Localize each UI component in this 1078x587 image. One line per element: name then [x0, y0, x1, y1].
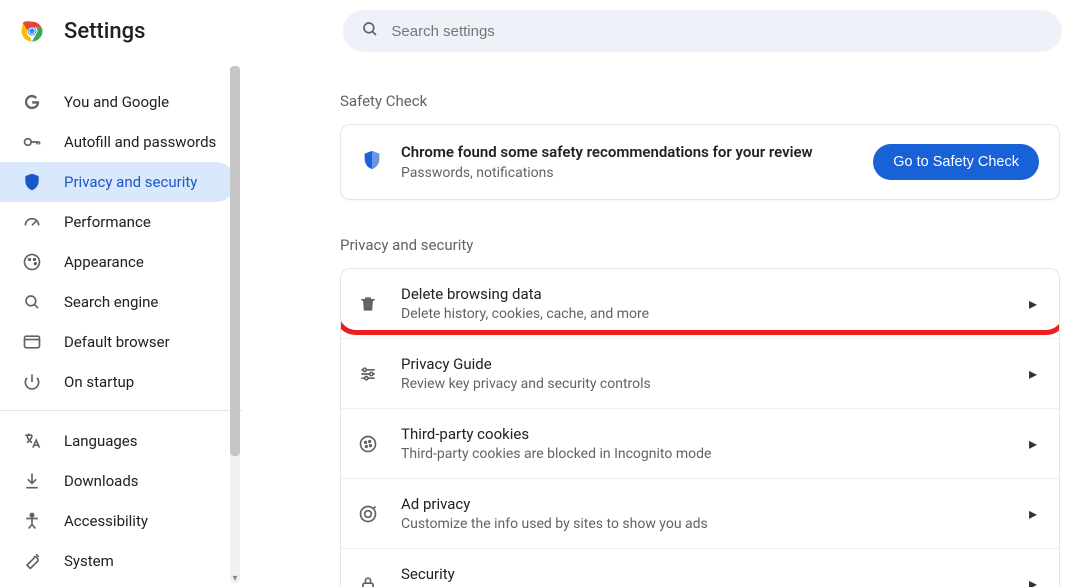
privacy-section-label: Privacy and security — [340, 236, 1070, 254]
trash-icon — [357, 294, 379, 314]
chevron-right-icon: ▸ — [1029, 364, 1037, 383]
row-title: Third-party cookies — [401, 425, 1007, 443]
sidebar-item-on-startup[interactable]: On startup — [0, 362, 236, 402]
row-subtitle: Third-party cookies are blocked in Incog… — [401, 446, 1007, 462]
privacy-list: Delete browsing data Delete history, coo… — [340, 268, 1060, 587]
safety-card-subtitle: Passwords, notifications — [401, 165, 855, 181]
sidebar: You and Google Autofill and passwords Pr… — [0, 62, 242, 587]
row-title: Delete browsing data — [401, 285, 1007, 303]
download-icon — [22, 471, 42, 491]
row-privacy-guide[interactable]: Privacy Guide Review key privacy and sec… — [341, 338, 1059, 408]
ad-privacy-icon — [357, 504, 379, 524]
speedometer-icon — [22, 212, 42, 232]
search-input[interactable] — [391, 23, 1044, 40]
search-settings[interactable] — [343, 10, 1062, 52]
sidebar-item-label: Privacy and security — [64, 173, 197, 191]
sidebar-item-label: Default browser — [64, 333, 170, 351]
sidebar-item-label: On startup — [64, 373, 134, 391]
row-title: Ad privacy — [401, 495, 1007, 513]
app-title: Settings — [64, 19, 145, 44]
sidebar-item-label: Appearance — [64, 253, 144, 271]
cookie-icon — [357, 434, 379, 454]
scroll-down-icon[interactable]: ▾ — [228, 571, 242, 585]
sidebar-item-label: Downloads — [64, 472, 139, 490]
row-title: Privacy Guide — [401, 355, 1007, 373]
sidebar-item-label: You and Google — [64, 93, 169, 111]
accessibility-icon — [22, 511, 42, 531]
translate-icon — [22, 431, 42, 451]
chevron-right-icon: ▸ — [1029, 504, 1037, 523]
chevron-right-icon: ▸ — [1029, 294, 1037, 313]
row-title: Security — [401, 565, 1007, 583]
sidebar-item-label: Languages — [64, 432, 138, 450]
sidebar-item-label: Accessibility — [64, 512, 148, 530]
sidebar-item-search-engine[interactable]: Search engine — [0, 282, 236, 322]
row-ad-privacy[interactable]: Ad privacy Customize the info used by si… — [341, 478, 1059, 548]
search-icon — [361, 20, 379, 42]
power-icon — [22, 372, 42, 392]
scrollbar-thumb[interactable] — [230, 66, 240, 456]
row-third-party-cookies[interactable]: Third-party cookies Third-party cookies … — [341, 408, 1059, 478]
wrench-icon — [22, 551, 42, 571]
lock-icon — [357, 574, 379, 587]
row-delete-browsing-data[interactable]: Delete browsing data Delete history, coo… — [341, 269, 1059, 338]
sidebar-item-label: Performance — [64, 213, 151, 231]
sidebar-item-languages[interactable]: Languages — [0, 421, 236, 461]
sidebar-item-accessibility[interactable]: Accessibility — [0, 501, 236, 541]
main-content: Safety Check Chrome found some safety re… — [242, 62, 1078, 587]
safety-card-title: Chrome found some safety recommendations… — [401, 143, 855, 161]
sidebar-item-label: Search engine — [64, 293, 158, 311]
sidebar-item-appearance[interactable]: Appearance — [0, 242, 236, 282]
header: Settings — [0, 0, 1078, 62]
chevron-right-icon: ▸ — [1029, 434, 1037, 453]
sidebar-item-system[interactable]: System — [0, 541, 236, 581]
google-g-icon — [22, 92, 42, 112]
sidebar-item-you-and-google[interactable]: You and Google — [0, 82, 236, 122]
sidebar-item-label: Autofill and passwords — [64, 133, 216, 151]
sidebar-item-autofill[interactable]: Autofill and passwords — [0, 122, 236, 162]
sidebar-item-downloads[interactable]: Downloads — [0, 461, 236, 501]
sidebar-item-label: System — [64, 552, 114, 570]
row-subtitle: Delete history, cookies, cache, and more — [401, 306, 1007, 322]
safety-check-section-label: Safety Check — [340, 92, 1070, 110]
shield-icon — [361, 149, 383, 175]
sidebar-scrollbar[interactable]: ▴ ▾ — [228, 66, 242, 583]
safety-check-card: Chrome found some safety recommendations… — [340, 124, 1060, 200]
sidebar-item-performance[interactable]: Performance — [0, 202, 236, 242]
browser-window-icon — [22, 332, 42, 352]
row-subtitle: Review key privacy and security controls — [401, 376, 1007, 392]
row-security[interactable]: Security Safe Browsing (protection from … — [341, 548, 1059, 587]
sidebar-item-privacy-security[interactable]: Privacy and security — [0, 162, 236, 202]
key-icon — [22, 132, 42, 152]
go-to-safety-check-button[interactable]: Go to Safety Check — [873, 144, 1039, 180]
chrome-logo-icon — [18, 17, 46, 45]
shield-icon — [22, 172, 42, 192]
row-subtitle: Customize the info used by sites to show… — [401, 516, 1007, 532]
palette-icon — [22, 252, 42, 272]
search-icon — [22, 292, 42, 312]
sidebar-divider — [0, 410, 242, 411]
sidebar-item-default-browser[interactable]: Default browser — [0, 322, 236, 362]
sliders-icon — [357, 364, 379, 384]
